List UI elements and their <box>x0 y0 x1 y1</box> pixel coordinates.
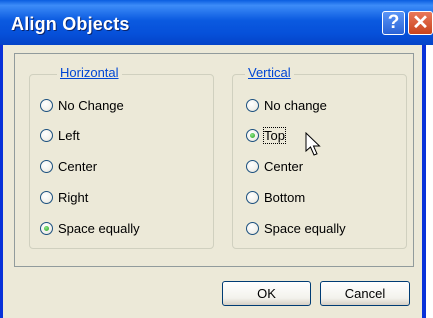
radio-vertical-space-equally[interactable]: Space equally <box>246 219 346 237</box>
radio-label: Center <box>264 158 304 174</box>
radio-horizontal-no-change[interactable]: No Change <box>40 96 124 114</box>
cancel-button[interactable]: Cancel <box>320 281 410 306</box>
radio-icon <box>246 190 259 204</box>
radio-icon <box>40 98 53 112</box>
radio-selected-icon <box>246 128 259 142</box>
radio-icon <box>40 159 53 173</box>
close-button[interactable]: ✕ <box>408 11 433 35</box>
radio-label: Center <box>58 158 98 174</box>
radio-label: Top <box>263 126 286 144</box>
radio-icon <box>40 128 53 142</box>
radio-label: No change <box>264 97 327 113</box>
radio-selected-icon <box>40 221 53 235</box>
help-icon: ? <box>387 12 400 33</box>
radio-horizontal-space-equally[interactable]: Space equally <box>40 219 140 237</box>
radio-label: No Change <box>58 97 124 113</box>
radio-vertical-center[interactable]: Center <box>246 157 303 175</box>
horizontal-legend: Horizontal <box>57 65 122 80</box>
radio-label: Space equally <box>264 220 346 236</box>
close-icon: ✕ <box>412 12 429 34</box>
radio-icon <box>246 159 259 173</box>
radio-label: Right <box>58 189 89 205</box>
radio-vertical-top[interactable]: Top <box>246 126 286 144</box>
radio-icon <box>246 98 259 112</box>
mouse-pointer-icon <box>305 132 321 156</box>
radio-vertical-bottom[interactable]: Bottom <box>246 188 305 206</box>
radio-label: Bottom <box>264 189 306 205</box>
radio-horizontal-center[interactable]: Center <box>40 157 97 175</box>
title-bar[interactable]: Align Objects ? ✕ <box>0 0 433 45</box>
radio-icon <box>40 190 53 204</box>
vertical-legend: Vertical <box>245 65 294 80</box>
radio-vertical-no-change[interactable]: No change <box>246 96 327 114</box>
window-frame <box>0 45 3 318</box>
dialog-title: Align Objects <box>11 14 130 34</box>
radio-icon <box>246 221 259 235</box>
radio-label: Space equally <box>58 220 140 236</box>
radio-label: Left <box>58 127 80 143</box>
help-button[interactable]: ? <box>382 11 405 35</box>
radio-horizontal-right[interactable]: Right <box>40 188 88 206</box>
radio-horizontal-left[interactable]: Left <box>40 126 80 144</box>
ok-button[interactable]: OK <box>222 281 311 306</box>
